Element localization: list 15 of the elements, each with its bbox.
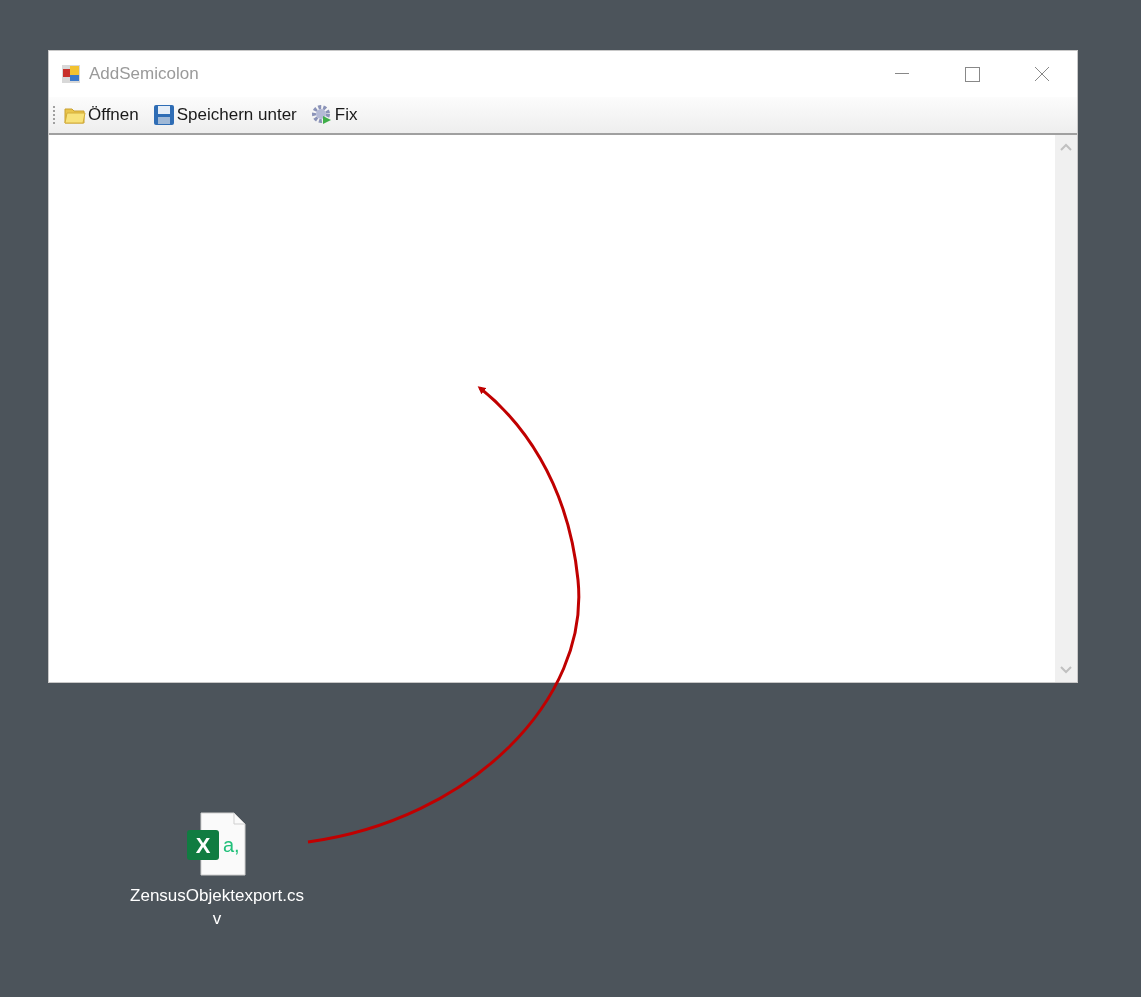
- vertical-scrollbar[interactable]: [1055, 135, 1077, 682]
- file-name: ZensusObjektexport.csv: [129, 885, 305, 930]
- minimize-icon: [895, 73, 909, 75]
- window-title: AddSemicolon: [89, 63, 199, 86]
- maximize-icon: [964, 66, 980, 82]
- app-icon: [61, 64, 81, 84]
- folder-icon: [64, 105, 86, 125]
- gear-icon: [310, 104, 333, 126]
- csv-letter: a,: [223, 833, 240, 858]
- close-icon: [1034, 66, 1050, 82]
- grip-icon: [52, 105, 56, 125]
- toolbar-button[interactable]: Fix: [304, 100, 364, 130]
- excel-letter: X: [187, 830, 219, 860]
- toolbar-button[interactable]: Öffnen: [58, 100, 145, 130]
- toolbar-button[interactable]: Speichern unter: [146, 100, 303, 130]
